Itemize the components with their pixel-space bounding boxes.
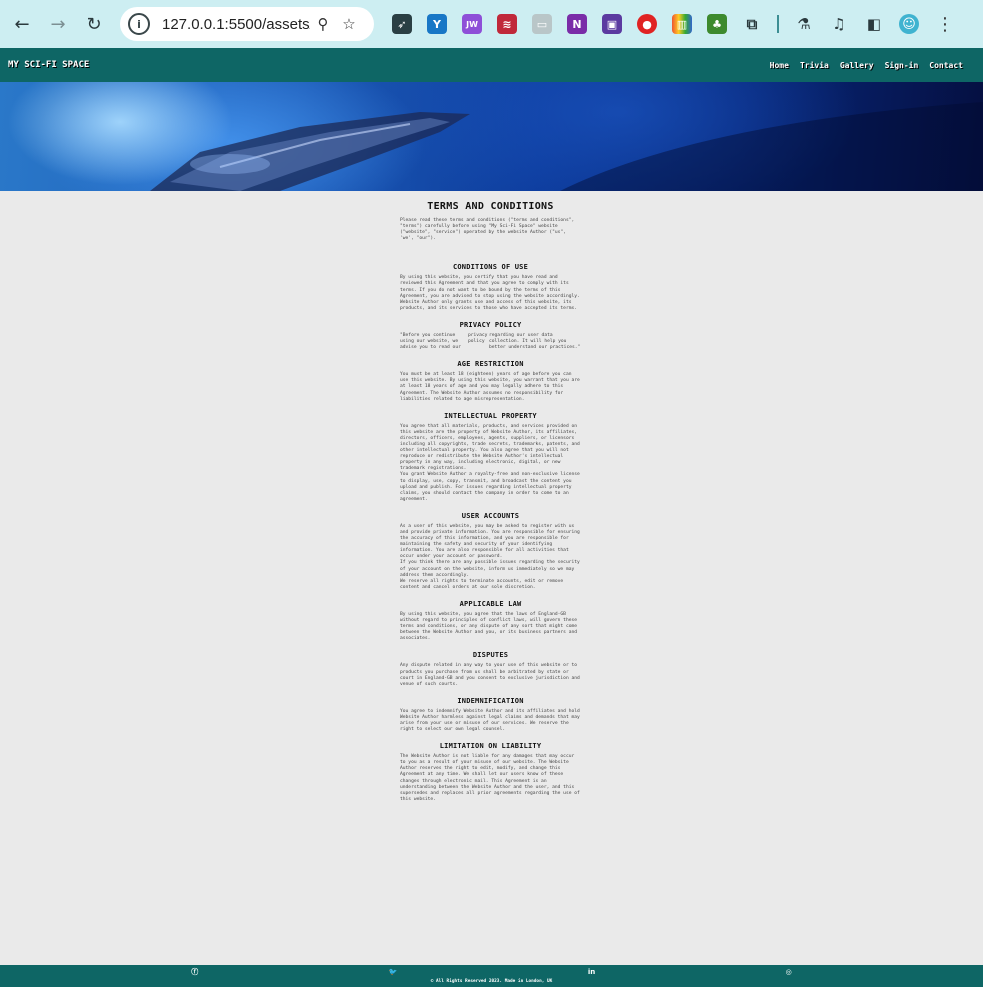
site-info-icon[interactable]: i — [128, 13, 150, 35]
liability-paragraph: The Website Author is not liable for any… — [400, 754, 580, 802]
privacy-policy-link[interactable]: privacy policy — [468, 333, 489, 351]
puzzle-extension-icon[interactable]: ⧉ — [742, 14, 762, 34]
facebook-icon[interactable]: ⓕ — [191, 967, 198, 977]
indemnification-heading: INDEMNIFICATION — [457, 696, 524, 705]
site-header: MY SCI-FI SPACE Home Trivia Gallery Sign… — [0, 48, 983, 82]
user-accounts-paragraph-1: As a user of this website, you may be as… — [400, 523, 580, 560]
copyright-text: © All Rights Reserved 2023. Made in Lond… — [430, 979, 553, 984]
conditions-heading: CONDITIONS OF USE — [452, 263, 529, 272]
liability-heading: LIMITATION ON LIABILITY — [439, 742, 542, 751]
vpn-extension-icon[interactable]: Y — [427, 14, 447, 34]
hero-banner-image — [0, 82, 983, 191]
colors-extension-icon[interactable]: ▥ — [672, 14, 692, 34]
nav-signin-link[interactable]: Sign-in — [885, 61, 919, 70]
site-brand[interactable]: MY SCI-FI SPACE — [8, 60, 89, 70]
privacy-heading: PRIVACY POLICY — [459, 320, 522, 329]
zoom-icon[interactable]: ⚲ — [310, 15, 336, 33]
age-heading: AGE RESTRICTION — [457, 360, 524, 369]
user-accounts-paragraph-3: We reserve all rights to terminate accou… — [400, 578, 564, 590]
toolbar-divider — [777, 15, 779, 33]
user-accounts-heading: USER ACCOUNTS — [461, 511, 520, 520]
browser-toolbar: ← → ↻ i 127.0.0.1:5500/assets/... ⚲ ☆ ➶ … — [0, 0, 983, 48]
wifi-extension-icon[interactable]: ≋ — [497, 14, 517, 34]
profile-avatar-icon[interactable]: ☺ — [899, 14, 919, 34]
bookmark-star-icon[interactable]: ☆ — [336, 15, 362, 33]
applicable-law-paragraph: By using this website, you agree that th… — [400, 611, 578, 642]
page-title: TERMS AND CONDITIONS — [427, 201, 554, 212]
age-paragraph: You must be at least 18 (eighteen) years… — [400, 372, 580, 402]
ip-paragraph-2: You grant Website Author a royalty-free … — [400, 472, 580, 502]
url-text[interactable]: 127.0.0.1:5500/assets/... — [162, 16, 310, 33]
save-extension-icon[interactable]: ▣ — [602, 14, 622, 34]
user-accounts-paragraph-2: If you think there are any possible issu… — [400, 560, 580, 578]
camera-extension-icon[interactable]: ▭ — [532, 14, 552, 34]
site-footer: ⓕ 🐦 in ◎ © All Rights Reserved 2023. Mad… — [0, 965, 983, 987]
linkedin-icon[interactable]: in — [588, 968, 595, 976]
terms-content: TERMS AND CONDITIONS Please read these t… — [400, 201, 581, 803]
nav-home-link[interactable]: Home — [770, 61, 789, 70]
nav-trivia-link[interactable]: Trivia — [800, 61, 829, 70]
site-nav: Home Trivia Gallery Sign-in Contact — [770, 61, 975, 70]
rocket-extension-icon[interactable]: ➶ — [392, 14, 412, 34]
nav-gallery-link[interactable]: Gallery — [840, 61, 874, 70]
html-extension-icon[interactable]: ♣ — [707, 14, 727, 34]
media-control-icon[interactable]: ♫ — [829, 14, 849, 34]
twitter-icon[interactable]: 🐦 — [389, 968, 398, 976]
side-panel-icon[interactable]: ◧ — [864, 14, 884, 34]
spaceship-illustration — [150, 102, 983, 191]
privacy-text-start: "Before you continue using our website, … — [400, 332, 461, 351]
indemnification-paragraph: You agree to indemnify Website Author an… — [400, 708, 580, 733]
reload-icon[interactable]: ↻ — [80, 10, 108, 38]
back-arrow-icon[interactable]: ← — [8, 10, 36, 38]
intro-paragraph: Please read these terms and conditions (… — [400, 218, 575, 242]
conditions-paragraph: By using this website, you certify that … — [400, 275, 580, 311]
instagram-icon[interactable]: ◎ — [786, 968, 792, 976]
address-bar[interactable]: i 127.0.0.1:5500/assets/... ⚲ ☆ — [120, 7, 374, 41]
nav-contact-link[interactable]: Contact — [929, 61, 963, 70]
ip-paragraph-1: You agree that all materials, products, … — [400, 423, 580, 472]
labs-flask-icon[interactable]: ⚗ — [794, 14, 814, 34]
jw-extension-icon[interactable]: JW — [462, 14, 482, 34]
privacy-text-end: regarding our user data collection. It w… — [489, 332, 581, 351]
ip-heading: INTELLECTUAL PROPERTY — [444, 411, 537, 420]
disputes-paragraph: Any dispute related in any way to your u… — [400, 663, 580, 687]
onenote-extension-icon[interactable]: N — [567, 14, 587, 34]
browser-menu-icon[interactable]: ⋮ — [936, 14, 954, 35]
privacy-paragraph: "Before you continue using our website, … — [400, 333, 581, 351]
disputes-heading: DISPUTES — [472, 651, 509, 660]
stop-extension-icon[interactable]: ● — [637, 14, 657, 34]
applicable-law-heading: APPLICABLE LAW — [459, 599, 522, 608]
extensions-bar: ➶ Y JW ≋ ▭ N ▣ ● ▥ ♣ ⧉ ⚗ ♫ ◧ ☺ ⋮ — [392, 14, 954, 35]
social-links: ⓕ 🐦 in ◎ — [0, 965, 983, 977]
forward-arrow-icon[interactable]: → — [44, 10, 72, 38]
